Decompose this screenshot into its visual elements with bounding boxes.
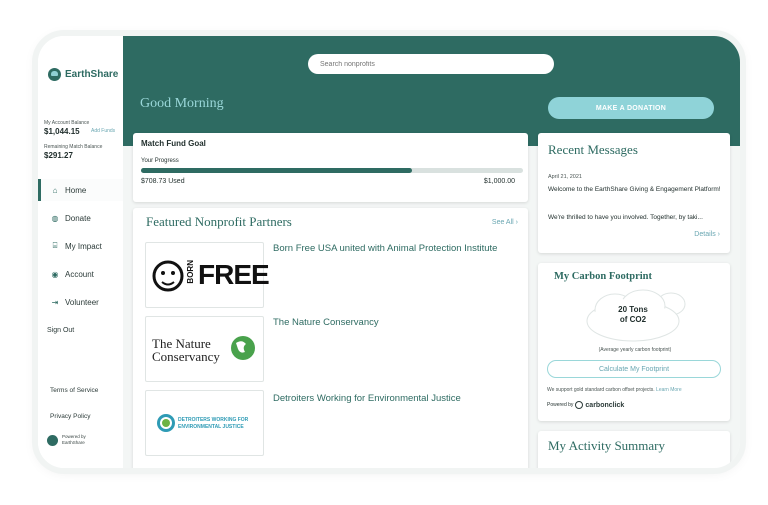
nonprofit-name-born-free[interactable]: Born Free USA united with Animal Protect… <box>273 242 513 255</box>
recent-messages-title: Recent Messages <box>548 142 638 157</box>
activity-summary-title: My Activity Summary <box>548 438 665 453</box>
account-balance-value: $1,044.15 <box>44 127 80 136</box>
dwej-emblem-icon <box>157 414 175 432</box>
dwej-line-1: DETROITERS WORKING FOR <box>178 417 249 423</box>
recent-messages-card: Recent Messages April 21, 2021 Welcome t… <box>538 133 730 253</box>
match-balance-label: Remaining Match Balance <box>44 144 103 150</box>
powered-by-text: Powered by EarthShare <box>62 434 86 446</box>
account-balance-label: My Account Balance <box>44 120 90 126</box>
carbon-value-line-2: of CO2 <box>619 315 647 324</box>
powered-line-2: EarthShare <box>62 440 85 445</box>
message-preview: We're thrilled to have you involved. Tog… <box>548 214 703 221</box>
powered-by-carbonclick: Powered by carbonclick <box>547 401 624 409</box>
carbon-footprint-title: My Carbon Footprint <box>554 271 652 282</box>
born-free-side-text: BORN <box>186 260 195 284</box>
sidebar-item-label: Account <box>65 269 94 279</box>
sidebar-item-label: My Impact <box>65 241 102 251</box>
nonprofit-name-detroiters[interactable]: Detroiters Working for Environmental Jus… <box>273 392 513 405</box>
nature-conservancy-logo[interactable]: The Nature Conservancy <box>145 316 264 382</box>
powered-by-earthshare: Powered by EarthShare <box>47 434 86 446</box>
details-label: Details <box>694 231 716 238</box>
chevron-right-icon: › <box>515 219 518 226</box>
carbonclick-icon <box>575 401 584 409</box>
tnc-wordmark: The Nature Conservancy <box>152 337 220 363</box>
match-balance-value: $291.27 <box>44 151 73 160</box>
see-all-link[interactable]: See All › <box>492 219 518 226</box>
see-all-label: See All <box>491 219 514 226</box>
tnc-line-2: Conservancy <box>152 349 220 364</box>
earth-icon <box>48 68 61 81</box>
carbon-footprint-card: My Carbon Footprint 20 Tons of CO2 (Aver… <box>538 263 730 421</box>
donate-icon: ◍ <box>51 213 59 223</box>
add-funds-link[interactable]: Add Funds <box>91 128 115 134</box>
gold-note-text: We support gold standard carbon offset p… <box>547 387 655 393</box>
sidebar: EarthShare My Account Balance $1,044.15 … <box>38 36 126 468</box>
featured-title: Featured Nonprofit Partners <box>146 214 292 229</box>
main-content: Good Morning MAKE A DONATION Match Fund … <box>123 36 740 468</box>
earthshare-logo[interactable]: EarthShare <box>48 68 118 81</box>
born-free-wordmark: FREE <box>198 259 270 290</box>
home-icon: ⌂ <box>52 185 58 195</box>
carbon-value-line-1: 20 Tons <box>618 305 648 314</box>
bank-icon: ⌸ <box>52 241 58 250</box>
sign-out-link[interactable]: Sign Out <box>47 327 74 334</box>
sidebar-item-account[interactable]: ◉ Account <box>38 263 123 285</box>
chevron-right-icon: › <box>717 231 720 238</box>
search-input[interactable] <box>308 54 554 74</box>
terms-of-service-link[interactable]: Terms of Service <box>50 387 98 394</box>
app-frame: EarthShare My Account Balance $1,044.15 … <box>38 36 740 468</box>
powered-by-label: Powered by <box>547 402 574 408</box>
account-balance: My Account Balance $1,044.15 <box>44 120 89 136</box>
sidebar-item-label: Volunteer <box>65 297 99 307</box>
sidebar-item-volunteer[interactable]: ⇥ Volunteer <box>38 291 123 313</box>
learn-more-link[interactable]: Learn More <box>656 387 682 393</box>
greeting: Good Morning <box>140 96 224 111</box>
globe-icon <box>231 336 255 360</box>
volunteer-icon: ⇥ <box>51 297 59 307</box>
account-icon: ◉ <box>51 269 59 279</box>
gold-standard-note: We support gold standard carbon offset p… <box>547 387 682 393</box>
sidebar-item-home[interactable]: ⌂ Home <box>38 179 126 201</box>
match-balance: Remaining Match Balance $291.27 <box>44 144 102 160</box>
sidebar-item-label: Home <box>65 185 87 195</box>
sidebar-item-donate[interactable]: ◍ Donate <box>38 207 123 229</box>
cloud-icon: 20 Tons of CO2 <box>583 288 693 344</box>
carbon-value: 20 Tons of CO2 <box>583 305 683 325</box>
powered-line-1: Powered by <box>62 434 86 439</box>
dwej-wordmark: DETROITERS WORKING FOR ENVIRONMENTAL JUS… <box>178 417 248 431</box>
make-donation-button[interactable]: MAKE A DONATION <box>548 97 714 119</box>
average-note: (Average yearly carbon footprint) <box>598 347 672 353</box>
born-free-logo[interactable]: BORN FREE <box>145 242 270 308</box>
featured-partners-card: Featured Nonprofit Partners See All › BO… <box>133 208 528 468</box>
carbonclick-wordmark: carbonclick <box>585 401 625 409</box>
logo-text: EarthShare <box>65 69 119 80</box>
sidebar-item-my-impact[interactable]: ⌸ My Impact <box>38 235 123 257</box>
nonprofit-name-nature-conservancy[interactable]: The Nature Conservancy <box>273 316 513 329</box>
message-headline: Welcome to the EarthShare Giving & Engag… <box>548 186 721 193</box>
detroiters-logo[interactable]: DETROITERS WORKING FOR ENVIRONMENTAL JUS… <box>145 390 264 456</box>
calculate-footprint-button[interactable]: Calculate My Footprint <box>547 360 721 378</box>
privacy-policy-link[interactable]: Privacy Policy <box>50 413 90 420</box>
dwej-line-2: ENVIRONMENTAL JUSTICE <box>178 424 244 430</box>
sidebar-item-label: Donate <box>65 213 91 223</box>
earth-icon <box>47 434 58 446</box>
message-date: April 21, 2021 <box>548 174 582 180</box>
activity-summary-card: My Activity Summary <box>538 431 730 468</box>
details-link[interactable]: Details › <box>694 231 720 238</box>
